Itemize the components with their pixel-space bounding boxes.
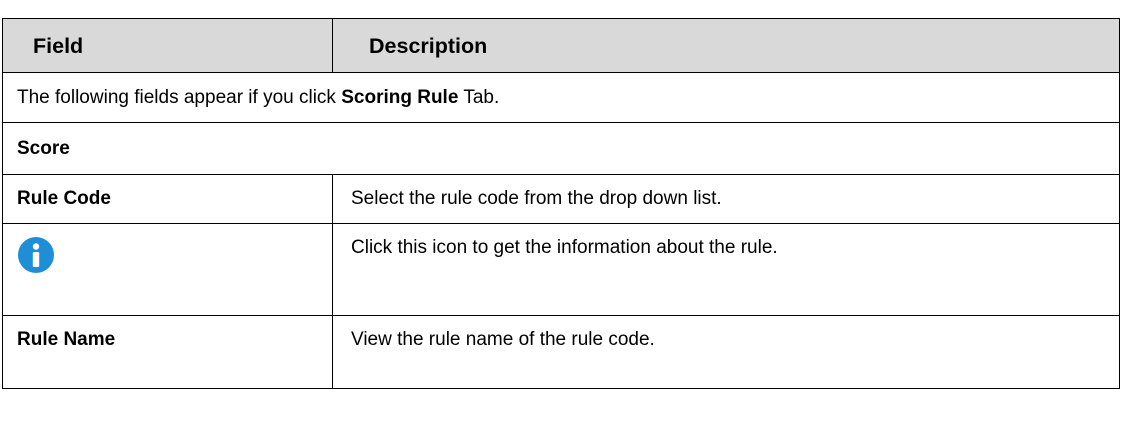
field-name-rule-name: Rule Name (2, 315, 333, 389)
field-description-table: Field Description The following fields a… (2, 18, 1120, 389)
note-row: The following fields appear if you click… (2, 72, 1120, 123)
section-row: Score (2, 122, 1120, 175)
field-icon-cell (2, 223, 333, 316)
table-row: Click this icon to get the information a… (2, 223, 1120, 316)
info-icon (18, 237, 54, 273)
field-column-header: Field (2, 18, 333, 73)
note-suffix: Tab. (458, 86, 500, 108)
table-row: Rule Code Select the rule code from the … (2, 174, 1120, 224)
note-cell: The following fields appear if you click… (2, 72, 1120, 123)
field-name-rule-code: Rule Code (2, 174, 333, 224)
table-header-row: Field Description (2, 18, 1120, 73)
field-description-rule-name: View the rule name of the rule code. (332, 315, 1120, 389)
field-description-info-icon: Click this icon to get the information a… (332, 223, 1120, 316)
table-row: Rule Name View the rule name of the rule… (2, 315, 1120, 389)
note-bold-tab-name: Scoring Rule (341, 86, 459, 108)
field-description-rule-code: Select the rule code from the drop down … (332, 174, 1120, 224)
section-title: Score (2, 122, 1120, 175)
description-column-header: Description (332, 18, 1120, 73)
note-prefix: The following fields appear if you click (17, 86, 342, 108)
